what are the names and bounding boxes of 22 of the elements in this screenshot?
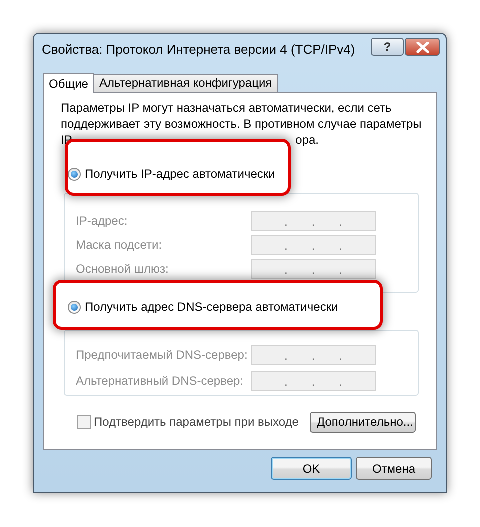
- tab[interactable]: Альтернативная конфигурация: [93, 74, 278, 92]
- checkbox-label[interactable]: Подтвердить параметры при выходе: [94, 415, 299, 429]
- close-icon: [416, 42, 430, 52]
- cancel-button[interactable]: Отмена: [356, 457, 432, 480]
- field-label: Основной шлюз:: [76, 262, 170, 276]
- description-text: ора.: [296, 132, 319, 148]
- tab[interactable]: Общие: [43, 73, 94, 93]
- field-label: Предпочитаемый DNS-сервер:: [76, 348, 249, 362]
- radio-label[interactable]: Получить IP-адрес автоматически: [85, 167, 276, 181]
- checkbox[interactable]: [77, 415, 91, 429]
- field-label: IP-адрес:: [76, 214, 129, 228]
- window-title: Свойства: Протокол Интернета версии 4 (TCP/IPv4): [42, 42, 356, 56]
- close-button[interactable]: [405, 38, 440, 56]
- field-label: Маска подсети:: [76, 238, 164, 252]
- field-label: Альтернативный DNS-сервер:: [76, 374, 245, 388]
- description-text: Параметры IP могут назначаться автоматически, если сеть: [60, 100, 393, 116]
- radio-label[interactable]: Получить адрес DNS-сервера автоматически: [85, 300, 338, 314]
- advanced-button[interactable]: Дополнительно...: [310, 412, 416, 432]
- help-button[interactable]: ?: [371, 38, 404, 56]
- description-text: IP: [61, 132, 72, 148]
- description-text: поддерживает эту возможность. В противном случае параметры: [60, 116, 423, 132]
- ok-button[interactable]: OK: [271, 457, 352, 480]
